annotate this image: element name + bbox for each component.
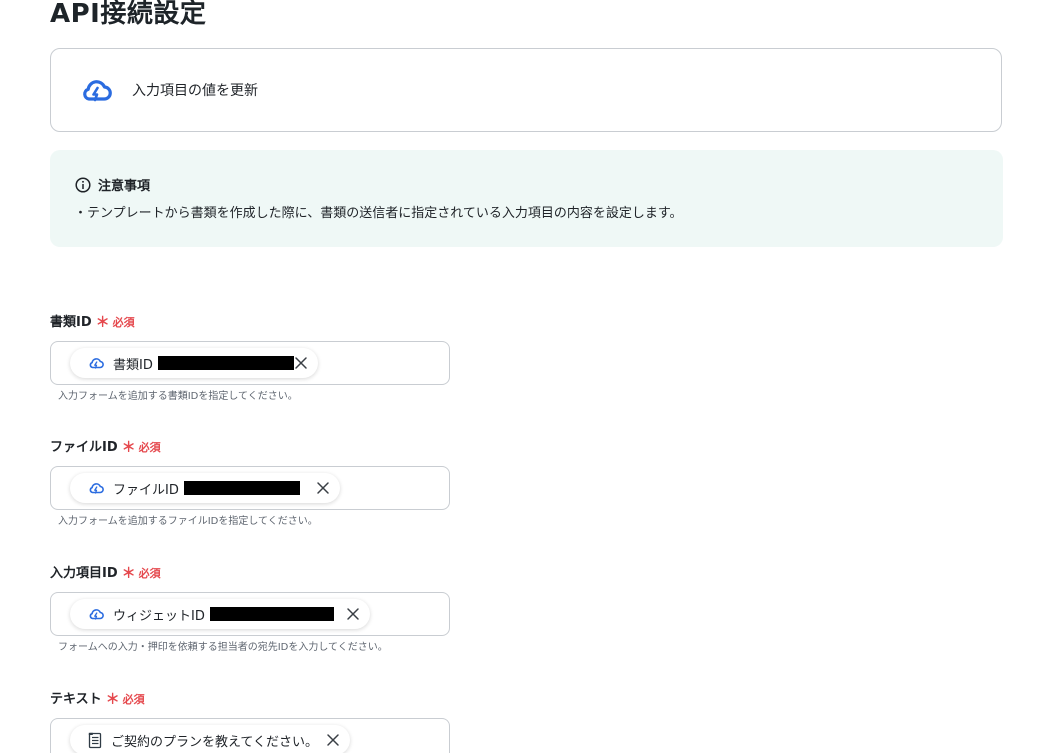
close-icon[interactable] (294, 356, 308, 370)
required-badge: 必須 (112, 316, 135, 329)
field-label-document-id: 書類ID ＊ 必須 (50, 314, 135, 332)
variable-chip[interactable]: ウィジェットID (70, 599, 370, 629)
document-id-field[interactable]: 書類ID (50, 341, 450, 385)
required-badge: 必須 (138, 441, 161, 454)
cloud-app-icon (89, 483, 104, 494)
cloud-app-icon (83, 80, 112, 102)
chip-label: 書類ID (113, 357, 153, 373)
required-asterisk: ＊ (121, 566, 136, 582)
notice-body: ・テンプレートから書類を作成した際に、書類の送信者に指定されている入力項目の内容… (74, 206, 683, 221)
field-label-text: 書類ID (50, 315, 92, 330)
field-hint: フォームへの入力・押印を依頼する担当者の宛先IDを入力してください。 (58, 642, 388, 653)
variable-chip[interactable]: ご契約のプランを教えてください。 (70, 725, 350, 753)
field-label-text: 入力項目ID (50, 566, 118, 581)
variable-chip[interactable]: ファイルID (70, 473, 340, 503)
field-label-file-id: ファイルID ＊ 必須 (50, 439, 161, 457)
page-title: API接続設定 (50, 0, 207, 29)
close-icon[interactable] (326, 733, 340, 747)
field-label-text: ファイルID (50, 440, 118, 455)
required-asterisk: ＊ (121, 440, 136, 456)
field-label-text: テキスト (50, 692, 102, 707)
close-icon[interactable] (316, 481, 330, 495)
input-item-id-field[interactable]: ウィジェットID (50, 592, 450, 636)
redacted-value (183, 481, 300, 495)
field-hint: 入力フォームを追加するファイルIDを指定してください。 (58, 516, 318, 527)
chip-label: ファイルID (113, 482, 179, 498)
form-document-icon (88, 732, 102, 748)
field-label-text-value: テキスト ＊ 必須 (50, 691, 145, 709)
variable-chip[interactable]: 書類ID (70, 348, 318, 378)
required-badge: 必須 (122, 693, 145, 706)
required-badge: 必須 (138, 567, 161, 580)
notice-header: 注意事項 (75, 175, 150, 194)
info-icon (75, 176, 91, 193)
notice-title: 注意事項 (98, 179, 151, 194)
field-label-input-item-id: 入力項目ID ＊ 必須 (50, 565, 161, 583)
action-card[interactable]: 入力項目の値を更新 (50, 48, 1002, 132)
file-id-field[interactable]: ファイルID (50, 466, 450, 510)
chip-label: ウィジェットID (113, 608, 205, 624)
cloud-app-icon (89, 358, 104, 369)
text-field[interactable]: ご契約のプランを教えてください。 (50, 718, 450, 753)
close-icon[interactable] (346, 607, 360, 621)
action-label: 入力項目の値を更新 (132, 83, 258, 99)
redacted-value (157, 356, 294, 370)
api-connection-settings-page: API接続設定 入力項目の値を更新 注意事項 ・テンプレートから書類を作成した際… (0, 0, 1062, 753)
field-hint: 入力フォームを追加する書類IDを指定してください。 (58, 391, 298, 402)
required-asterisk: ＊ (95, 315, 110, 331)
redacted-value (209, 607, 334, 621)
required-asterisk: ＊ (105, 692, 120, 708)
chip-label: ご契約のプランを教えてください。 (111, 734, 318, 750)
notice-box: 注意事項 ・テンプレートから書類を作成した際に、書類の送信者に指定されている入力… (50, 150, 1003, 247)
cloud-app-icon (89, 609, 104, 620)
